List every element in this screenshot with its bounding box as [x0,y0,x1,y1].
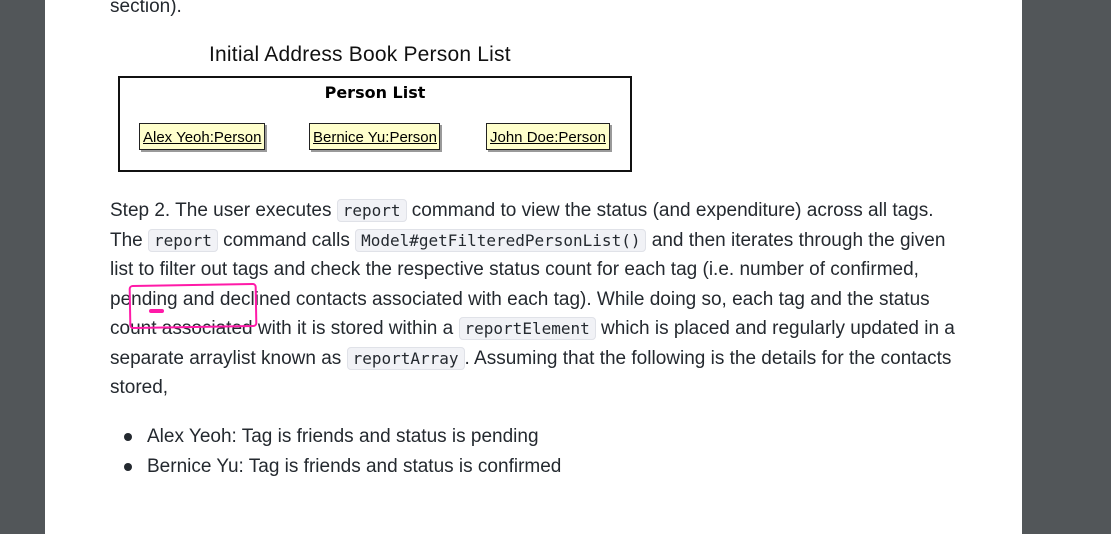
previous-text: section). [110,0,182,17]
step-2-paragraph: Step 2. The user executes report command… [110,196,970,403]
document-page: section). Initial Address Book Person Li… [45,0,1022,534]
list-item-text: Bernice Yu: Tag is friends and status is… [147,456,562,477]
person-object-alex: Alex Yeoh:Person [139,123,265,150]
person-object-john: John Doe:Person [486,123,610,150]
contacts-list: Alex Yeoh: Tag is friends and status is … [110,422,561,482]
list-item: Alex Yeoh: Tag is friends and status is … [110,422,561,452]
bullet-icon [124,433,132,441]
paragraph-text: Step 2. The user executes [110,200,337,221]
person-list-title: Person List [324,83,426,102]
code-report: report [148,228,218,252]
code-report-array: reportArray [346,346,465,370]
diagram-title: Initial Address Book Person List [209,43,511,66]
person-list-box: Person List Alex Yeoh:Person Bernice Yu:… [118,76,632,172]
code-report: report [336,199,407,222]
bullet-icon [124,463,132,471]
list-item: Bernice Yu: Tag is friends and status is… [110,452,561,482]
list-item-text: Alex Yeoh: Tag is friends and status is … [147,426,539,447]
code-get-filtered-person-list: Model#getFilteredPersonList() [355,228,647,252]
paragraph-text: command calls [217,229,356,251]
code-report-element: reportElement [458,317,596,340]
person-object-bernice: Bernice Yu:Person [309,123,440,150]
